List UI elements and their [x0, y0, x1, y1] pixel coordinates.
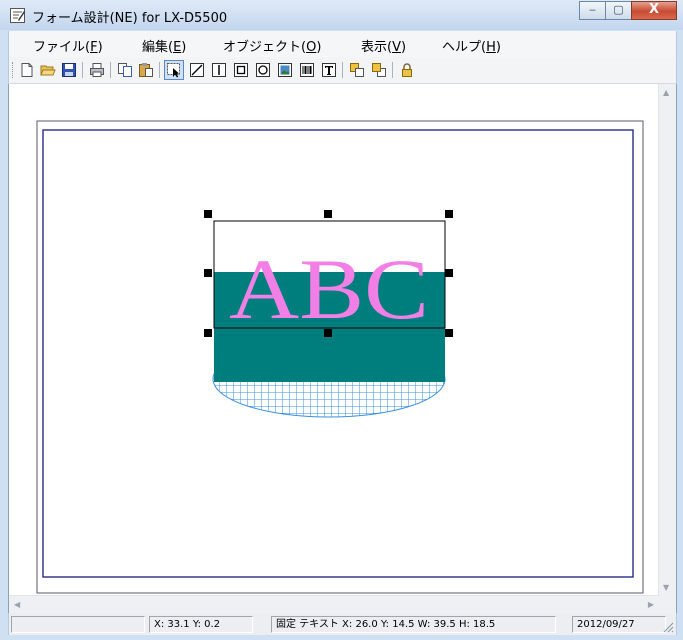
status-coordinates: X: 33.1 Y: 0.2	[149, 616, 253, 633]
menu-file-key: F	[90, 40, 98, 55]
menu-file-label: ファイル(	[33, 40, 91, 55]
menu-edit-label: 編集(	[142, 40, 174, 55]
menu-object-label: オブジェクト(	[223, 40, 307, 55]
menu-file[interactable]: ファイル(F)	[33, 36, 103, 55]
app-icon	[10, 8, 25, 23]
toolbar-grip[interactable]	[12, 62, 15, 78]
send-back-icon	[372, 63, 386, 77]
menu-view-label: 表示(	[361, 40, 393, 55]
scroll-right-icon[interactable]: ▶	[648, 600, 654, 609]
window-title: フォーム設計(NE) for LX-D5500	[32, 11, 228, 26]
maximize-button[interactable]: ▢	[605, 1, 632, 20]
menu-help[interactable]: ヘルプ(H)	[442, 36, 501, 55]
barcode-tool-icon	[300, 63, 314, 77]
selection-handle	[204, 269, 212, 277]
rectangle-tool-button[interactable]	[231, 60, 251, 80]
selection-handle	[204, 210, 212, 218]
toolbar-separator	[342, 62, 343, 78]
vertical-line-tool-icon	[212, 63, 226, 77]
select-tool-button[interactable]	[164, 60, 184, 80]
selection-handle	[445, 210, 453, 218]
barcode-tool-button[interactable]	[297, 60, 317, 80]
status-bar: X: 33.1 Y: 0.2 固定 テキスト X: 26.0 Y: 14.5 W…	[8, 613, 677, 635]
status-panel-empty	[11, 616, 145, 633]
scroll-up-icon[interactable]: ▲	[663, 88, 669, 97]
menu-help-label: ヘルプ(	[442, 40, 487, 55]
paste-icon	[139, 63, 153, 77]
selection-handle	[445, 269, 453, 277]
copy-button[interactable]	[115, 60, 135, 80]
scrollbar-corner	[659, 596, 676, 613]
close-icon: X	[648, 2, 660, 17]
menu-bar: ファイル(F) 編集(E) オブジェクト(O) 表示(V) ヘルプ(H)	[8, 31, 677, 57]
line-tool-icon	[190, 63, 204, 77]
menu-edit[interactable]: 編集(E)	[142, 36, 186, 55]
image-tool-icon	[278, 63, 292, 77]
horizontal-scrollbar[interactable]: ◀ ▶	[9, 595, 659, 613]
select-tool-icon	[167, 63, 180, 78]
bring-front-button[interactable]	[347, 60, 367, 80]
lock-icon	[402, 63, 412, 77]
text-object[interactable]: ABC	[213, 220, 446, 337]
minimize-button[interactable]: ‒	[579, 1, 606, 20]
status-date: 2012/09/27	[572, 616, 666, 633]
toolbar-separator	[110, 62, 111, 78]
save-button[interactable]	[59, 60, 79, 80]
selection-handle	[204, 329, 212, 337]
status-object-info: 固定 テキスト X: 26.0 Y: 14.5 W: 39.5 H: 18.5	[271, 616, 556, 633]
selection-handle	[324, 210, 332, 218]
design-canvas-area[interactable]: ABC ▲ ▼ ◀ ▶	[8, 84, 677, 613]
image-tool-button[interactable]	[275, 60, 295, 80]
toolbar	[8, 57, 677, 84]
menu-view[interactable]: 表示(V)	[361, 36, 406, 55]
print-icon	[90, 63, 104, 77]
new-button[interactable]	[17, 60, 37, 80]
title-bar[interactable]: フォーム設計(NE) for LX-D5500 ‒ ▢ X	[0, 0, 683, 30]
copy-icon	[118, 63, 132, 77]
text-tool-icon	[322, 63, 336, 77]
open-button[interactable]	[38, 60, 58, 80]
toolbar-separator	[159, 62, 160, 78]
maximize-icon: ▢	[613, 3, 624, 16]
scroll-down-icon[interactable]: ▼	[663, 583, 669, 592]
save-icon	[62, 63, 76, 77]
toolbar-separator	[82, 62, 83, 78]
new-icon	[21, 63, 33, 77]
vertical-line-tool-button[interactable]	[209, 60, 229, 80]
text-object-content: ABC	[229, 241, 429, 337]
vertical-scrollbar[interactable]: ▲ ▼	[658, 84, 676, 596]
menu-edit-end: )	[181, 40, 187, 55]
rectangle-tool-icon	[234, 63, 248, 77]
lock-button[interactable]	[397, 60, 417, 80]
window-controls: ‒ ▢ X	[579, 1, 677, 21]
menu-help-end: )	[495, 40, 501, 55]
close-button[interactable]: X	[631, 1, 677, 20]
resize-grip-icon[interactable]	[662, 621, 674, 633]
app-window: フォーム設計(NE) for LX-D5500 ‒ ▢ X ファイル(F) 編集…	[0, 0, 683, 640]
design-canvas[interactable]: ABC	[9, 84, 659, 596]
menu-object-key: O	[306, 40, 317, 55]
ellipse-tool-button[interactable]	[253, 60, 273, 80]
paste-button[interactable]	[136, 60, 156, 80]
minimize-icon: ‒	[589, 3, 596, 16]
scroll-left-icon[interactable]: ◀	[14, 600, 20, 609]
menu-view-end: )	[400, 40, 407, 55]
menu-file-end: )	[97, 40, 103, 55]
menu-object-end: )	[316, 40, 322, 55]
selection-handle	[324, 329, 332, 337]
line-tool-button[interactable]	[187, 60, 207, 80]
toolbar-separator	[392, 62, 393, 78]
menu-view-key: V	[392, 40, 401, 55]
open-icon	[40, 65, 56, 76]
menu-object[interactable]: オブジェクト(O)	[223, 36, 321, 55]
ellipse-tool-icon	[256, 63, 270, 77]
send-back-button[interactable]	[369, 60, 389, 80]
selection-handle	[445, 329, 453, 337]
text-tool-button[interactable]	[319, 60, 339, 80]
bring-front-icon	[350, 63, 364, 77]
menu-help-key: H	[486, 40, 496, 55]
print-button[interactable]	[87, 60, 107, 80]
